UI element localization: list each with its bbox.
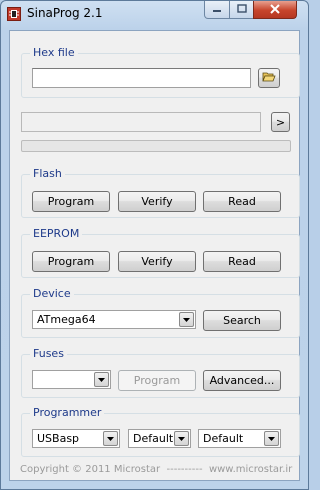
chevron-down-icon[interactable] (94, 372, 109, 387)
eeprom-verify-button[interactable]: Verify (118, 251, 196, 272)
hex-file-legend: Hex file (30, 46, 78, 59)
footer-text: Copyright © 2011 Microstar ---------- ww… (20, 464, 292, 475)
fuses-legend: Fuses (30, 347, 67, 360)
maximize-icon (236, 3, 247, 16)
flash-group: Flash Program Verify Read (21, 167, 300, 218)
footer-separator: ---------- (166, 464, 203, 475)
programmer-legend: Programmer (30, 406, 105, 419)
window-title: SinaProg 2.1 (27, 6, 103, 20)
fuses-select[interactable] (32, 370, 111, 389)
maximize-button[interactable] (229, 1, 254, 19)
flash-legend: Flash (30, 167, 65, 180)
programmer-type-select[interactable]: USBasp (32, 429, 120, 448)
run-command-button[interactable]: > (271, 112, 290, 132)
folder-open-icon (262, 71, 276, 86)
hex-file-path-input[interactable] (32, 68, 251, 88)
chevron-down-icon[interactable] (264, 431, 279, 446)
copyright-text: Copyright © 2011 Microstar (20, 464, 161, 475)
eeprom-read-button[interactable]: Read (203, 251, 281, 272)
minimize-icon (212, 3, 222, 16)
chip-icon[interactable] (7, 7, 21, 21)
eeprom-legend: EEPROM (30, 227, 83, 240)
website-text: www.microstar.ir (208, 464, 293, 475)
flash-read-button[interactable]: Read (203, 191, 281, 212)
device-search-button[interactable]: Search (203, 310, 281, 331)
programmer-port-select[interactable]: Default (128, 429, 191, 448)
device-group: Device ATmega64 Search (21, 287, 300, 338)
progress-bar (21, 140, 291, 152)
app-window: SinaProg 2.1 Hex file > Flash Program Ve… (0, 0, 309, 490)
close-icon (270, 3, 280, 17)
title-bar[interactable]: SinaProg 2.1 (1, 1, 308, 29)
programmer-group: Programmer USBasp Default Default (21, 406, 300, 457)
command-input[interactable] (21, 112, 261, 132)
programmer-speed-select[interactable]: Default (198, 429, 281, 448)
device-select[interactable]: ATmega64 (32, 310, 196, 329)
flash-verify-button[interactable]: Verify (118, 191, 196, 212)
flash-program-button[interactable]: Program (32, 191, 110, 212)
chevron-down-icon[interactable] (179, 312, 194, 327)
minimize-button[interactable] (204, 1, 230, 19)
chevron-down-icon[interactable] (174, 431, 189, 446)
main-panel: Hex file > Flash Program Verify Read EEP… (9, 30, 300, 481)
device-legend: Device (30, 287, 74, 300)
fuses-program-button[interactable]: Program (118, 370, 196, 391)
browse-hex-button[interactable] (258, 68, 280, 88)
fuses-group: Fuses Program Advanced... (21, 347, 300, 398)
eeprom-program-button[interactable]: Program (32, 251, 110, 272)
close-button[interactable] (253, 1, 297, 19)
eeprom-group: EEPROM Program Verify Read (21, 227, 300, 278)
chevron-down-icon[interactable] (103, 431, 118, 446)
hex-file-group: Hex file (21, 46, 300, 98)
fuses-advanced-button[interactable]: Advanced... (203, 370, 281, 391)
